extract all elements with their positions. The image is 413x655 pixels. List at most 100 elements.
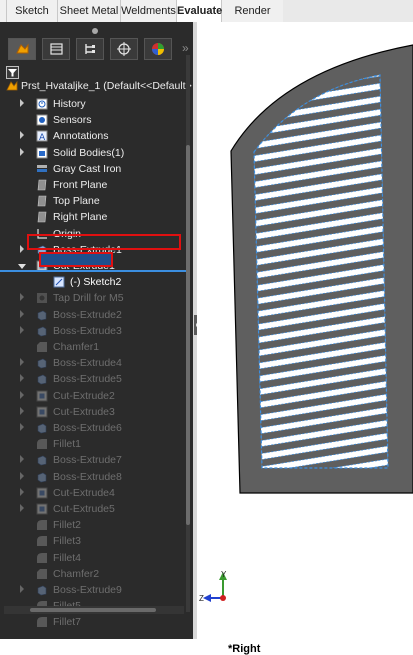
tree-item-front-plane[interactable]: Front Plane [0,177,186,193]
tree-item-annotations[interactable]: A Annotations [0,128,186,144]
tree-item-boss-extrude9[interactable]: Boss-Extrude9 [0,582,186,598]
property-manager-icon [50,43,63,55]
tree-item-history[interactable]: History [0,96,186,112]
tree-item-fillet7[interactable]: Fillet7 [0,614,186,630]
property-manager-tab[interactable] [42,38,70,60]
tree-item-gray-cast-iron[interactable]: Gray Cast Iron [0,161,186,177]
fillet-icon [36,552,48,564]
chevron-right-icon[interactable]: » [182,41,189,55]
cut-extrude1-highlight [27,234,181,250]
tree-item-label: Boss-Extrude9 [53,584,122,596]
tree-item-cut-extrude4[interactable]: Cut-Extrude4 [0,485,186,501]
configuration-manager-icon [85,44,95,54]
tree-item-boss-extrude4[interactable]: Boss-Extrude4 [0,355,186,371]
tree-item-boss-extrude7[interactable]: Boss-Extrude7 [0,452,186,468]
tree-item-tap-drill-for-m5[interactable]: Tap Drill for M5 [0,290,186,306]
tabs-filler [283,0,413,22]
solid-bodies-icon [36,147,48,159]
expand-right-arrow-icon[interactable] [20,358,24,367]
boss-extrude-icon [36,373,48,385]
expand-right-arrow-icon[interactable] [20,131,24,140]
sketch-icon [53,276,65,288]
expand-right-arrow-icon[interactable] [20,309,24,318]
tab-evaluate[interactable]: Evaluate [177,0,222,22]
command-manager-tabs: Sketch Sheet Metal Weldments Evaluate Re… [0,0,413,39]
tree-item-sketch2[interactable]: (-) Sketch2 [0,274,186,290]
tree-item-fillet2[interactable]: Fillet2 [0,517,186,533]
expand-right-arrow-icon[interactable] [20,406,24,415]
tree-item-fillet3[interactable]: Fillet3 [0,533,186,549]
tree-item-solid-bodies-1[interactable]: Solid Bodies(1) [0,145,186,161]
tree-item-cut-extrude3[interactable]: Cut-Extrude3 [0,404,186,420]
tree-item-boss-extrude2[interactable]: Boss-Extrude2 [0,307,186,323]
tree-item-boss-extrude6[interactable]: Boss-Extrude6 [0,420,186,436]
tree-item-top-plane[interactable]: Top Plane [0,193,186,209]
tree-item-label: Boss-Extrude4 [53,357,122,370]
configuration-manager-tab[interactable] [76,38,104,60]
tree-item-boss-extrude3[interactable]: Boss-Extrude3 [0,323,186,339]
tree-item-sensors[interactable]: Sensors [0,112,186,128]
expand-right-arrow-icon[interactable] [20,585,24,593]
dimxpert-icon [117,42,131,56]
tree-item-chamfer2[interactable]: Chamfer2 [0,566,186,582]
tree-item-label: Right Plane [53,211,108,224]
annotations-icon: A [36,130,48,143]
expand-right-arrow-icon[interactable] [20,471,24,480]
dimxpert-manager-tab[interactable] [110,38,138,60]
panel-grip[interactable] [92,28,98,34]
tree-item-label: Cut-Extrude3 [53,405,115,418]
tree-item-cut-extrude5[interactable]: Cut-Extrude5 [0,501,186,517]
tree-item-fillet1[interactable]: Fillet1 [0,436,186,452]
expand-right-arrow-icon[interactable] [20,147,24,156]
tree-item-label: Gray Cast Iron [53,162,122,175]
tree-vertical-scrollbar[interactable] [186,55,190,612]
tree-item-label: Boss-Extrude8 [53,470,122,483]
tab-weldments[interactable]: Weldments [121,0,177,22]
expand-right-arrow-icon[interactable] [20,423,24,431]
expand-right-arrow-icon[interactable] [20,455,24,464]
axis-triad [203,572,227,602]
expand-right-arrow-icon[interactable] [20,244,24,253]
fillet-icon [36,519,48,531]
cut-extrude-icon [36,406,48,418]
axis-y-label: Y [221,570,227,579]
tree-item-cut-extrude2[interactable]: Cut-Extrude2 [0,388,186,404]
expand-down-arrow-icon[interactable] [18,264,26,269]
plane-icon [36,179,48,191]
boss-extrude-icon [36,357,48,369]
tree-item-label: Chamfer1 [53,341,100,353]
expand-right-arrow-icon[interactable] [20,487,24,496]
tree-item-label: Cut-Extrude2 [53,389,115,402]
expand-right-arrow-icon[interactable] [20,374,24,383]
tab-render-tools[interactable]: Render Tools [222,0,284,39]
graphics-area[interactable]: *Right [197,22,413,655]
feature-tree-icon [16,43,29,54]
tree-item-fillet4[interactable]: Fillet4 [0,550,186,566]
tree-item-chamfer1[interactable]: Chamfer1 [0,339,186,355]
boss-extrude-icon [36,471,48,483]
chamfer-icon [36,341,48,353]
expand-right-arrow-icon[interactable] [20,99,24,107]
expand-right-arrow-icon[interactable] [20,325,24,334]
tree-root-part[interactable]: Prst_Hvataljke_1 (Default<<Default> [0,78,192,94]
hscrollbar-thumb[interactable] [30,608,156,612]
tree-item-boss-extrude5[interactable]: Boss-Extrude5 [0,371,186,387]
scrollbar-thumb[interactable] [186,145,190,525]
feature-manager-tab[interactable] [8,38,36,60]
display-manager-icon [152,43,164,55]
tab-sheet-metal[interactable]: Sheet Metal [58,0,121,22]
tab-sketch[interactable]: Sketch [7,0,58,22]
expand-right-arrow-icon[interactable] [20,293,24,302]
tree-item-label: Boss-Extrude5 [53,373,122,386]
display-manager-tab[interactable] [144,38,172,60]
boss-extrude-icon [36,309,48,321]
material-icon [36,163,48,175]
panel-tab-bar: » [6,36,192,62]
expand-right-arrow-icon[interactable] [20,504,24,512]
tree-item-label: Fillet7 [53,616,82,629]
part-icon [6,80,18,92]
tree-item-right-plane[interactable]: Right Plane [0,209,186,225]
tree-item-boss-extrude8[interactable]: Boss-Extrude8 [0,469,186,485]
rollback-bar[interactable] [0,270,186,272]
expand-right-arrow-icon[interactable] [20,390,24,399]
